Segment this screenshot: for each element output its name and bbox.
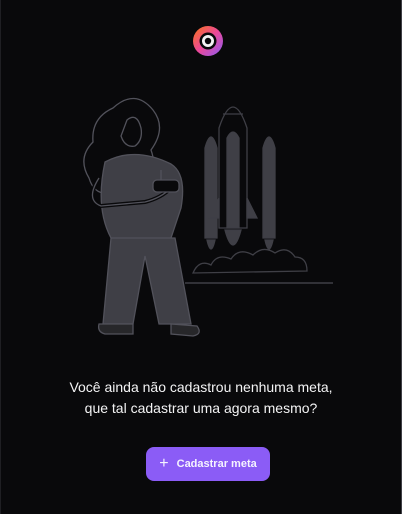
empty-state-line-2: que tal cadastrar uma agora mesmo? <box>84 400 318 416</box>
empty-state-line-1: Você ainda não cadastrou nenhuma meta, <box>69 379 333 395</box>
empty-state-message: Você ainda não cadastrou nenhuma meta, q… <box>0 377 402 419</box>
create-goal-button-label: Cadastrar meta <box>176 458 257 470</box>
woman-rocket-launch-illustration <box>83 97 333 337</box>
create-goal-button[interactable]: + Cadastrar meta <box>146 447 270 481</box>
app-logo-icon <box>193 26 223 56</box>
plus-icon: + <box>159 454 169 472</box>
